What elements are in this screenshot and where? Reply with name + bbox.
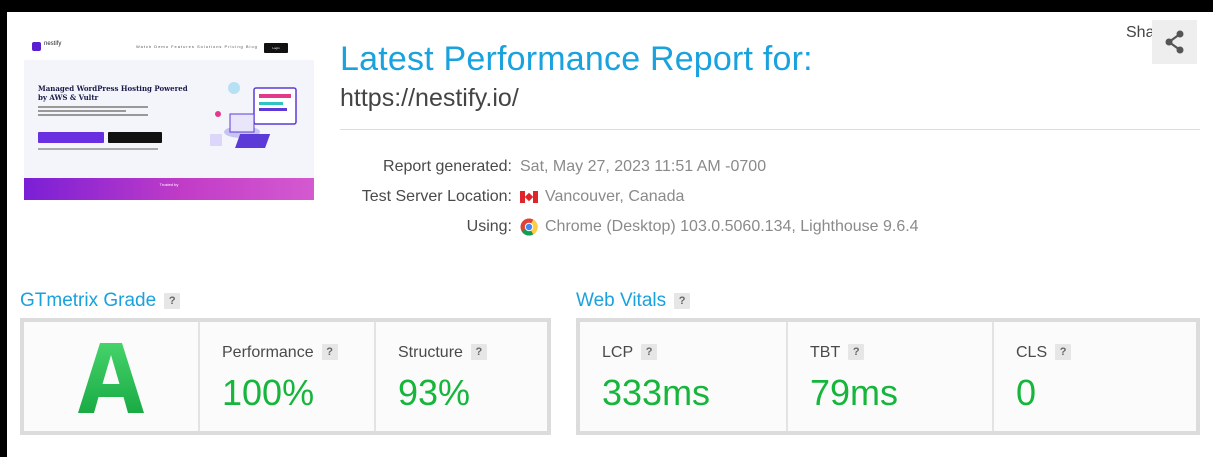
chrome-icon <box>520 218 538 236</box>
page-title: Latest Performance Report for: <box>340 40 813 78</box>
lcp-help-icon[interactable]: ? <box>641 344 658 360</box>
thumb-illustration-icon <box>210 82 297 148</box>
share-button[interactable] <box>1152 20 1197 64</box>
thumb-primary-button <box>38 132 104 143</box>
gtmetrix-grade-panel: Performance? 100% Structure? 93% <box>20 318 551 435</box>
report-generated-row: Report generated: Sat, May 27, 2023 11:5… <box>340 158 1060 180</box>
lcp-label: LCP <box>602 344 634 361</box>
grade-letter-wrap <box>24 322 198 431</box>
lcp-label-wrap: LCP? <box>602 344 658 362</box>
cls-help-icon[interactable]: ? <box>1055 344 1072 360</box>
web-vitals-heading: Web Vitals? <box>576 290 691 312</box>
canada-flag-icon <box>520 191 538 203</box>
server-location-label: Test Server Location: <box>361 188 512 205</box>
server-location-row: Test Server Location: Vancouver, Canada <box>340 188 1060 210</box>
tbt-help-icon[interactable]: ? <box>848 344 865 360</box>
performance-help-icon[interactable]: ? <box>321 344 338 360</box>
grade-help-icon[interactable]: ? <box>164 293 181 309</box>
thumb-trusted-text: Trusted by <box>159 182 179 187</box>
using-label: Using: <box>466 218 512 235</box>
cls-value: 0 <box>1016 372 1037 413</box>
thumb-navbar: nestify Watch Demo Features Solutions Pr… <box>24 36 314 60</box>
gtmetrix-grade-title: GTmetrix Grade <box>20 290 157 311</box>
thumb-logo-text: nestify <box>44 41 62 47</box>
grade-letter <box>78 342 144 413</box>
lcp-value: 333ms <box>602 372 711 413</box>
report-generated-label: Report generated: <box>383 158 512 175</box>
tbt-label: TBT <box>810 344 841 361</box>
cls-label: CLS <box>1016 344 1048 361</box>
tbt-label-wrap: TBT? <box>810 344 865 362</box>
structure-value: 93% <box>398 372 471 413</box>
using-row: Using: Chrome (Desktop) 103.0.5060.134, … <box>340 218 1060 240</box>
thumb-login-button: Login <box>264 43 288 53</box>
server-location-value: Vancouver, Canada <box>520 188 684 206</box>
server-location-text: Vancouver, Canada <box>545 188 685 205</box>
performance-value: 100% <box>222 372 315 413</box>
thumb-subtext <box>38 106 148 118</box>
grade-cell <box>24 322 198 431</box>
vitals-help-icon[interactable]: ? <box>674 293 691 309</box>
thumb-nav-links: Watch Demo Features Solutions Pricing Bl… <box>136 44 258 49</box>
structure-cell: Structure? 93% <box>374 322 547 431</box>
structure-label-wrap: Structure? <box>398 344 487 362</box>
cls-label-wrap: CLS? <box>1016 344 1072 362</box>
header-divider <box>340 129 1200 130</box>
structure-label: Structure <box>398 344 463 361</box>
site-screenshot-thumbnail[interactable]: nestify Watch Demo Features Solutions Pr… <box>24 36 314 200</box>
using-text: Chrome (Desktop) 103.0.5060.134, Lightho… <box>545 218 919 235</box>
structure-help-icon[interactable]: ? <box>470 344 487 360</box>
thumb-small-text <box>38 148 158 150</box>
web-vitals-title: Web Vitals <box>576 290 667 311</box>
report-url[interactable]: https://nestify.io/ <box>340 84 519 113</box>
web-vitals-panel: LCP? 333ms TBT? 79ms CLS? 0 <box>576 318 1200 435</box>
frame-border-left <box>0 0 7 457</box>
tbt-value: 79ms <box>810 372 899 413</box>
thumb-secondary-button <box>108 132 162 143</box>
performance-cell: Performance? 100% <box>198 322 374 431</box>
performance-label-wrap: Performance? <box>222 344 338 362</box>
using-value: Chrome (Desktop) 103.0.5060.134, Lightho… <box>520 218 919 236</box>
thumb-headline: Managed WordPress Hosting Powered by AWS… <box>38 84 188 102</box>
share-icon <box>1165 30 1183 54</box>
report-generated-value: Sat, May 27, 2023 11:51 AM -0700 <box>520 158 767 175</box>
thumb-logo-icon <box>32 42 41 51</box>
performance-label: Performance <box>222 344 314 361</box>
gtmetrix-grade-heading: GTmetrix Grade? <box>20 290 181 312</box>
frame-border-top <box>0 0 1213 12</box>
tbt-cell: TBT? 79ms <box>786 322 992 431</box>
lcp-cell: LCP? 333ms <box>580 322 786 431</box>
cls-cell: CLS? 0 <box>992 322 1196 431</box>
